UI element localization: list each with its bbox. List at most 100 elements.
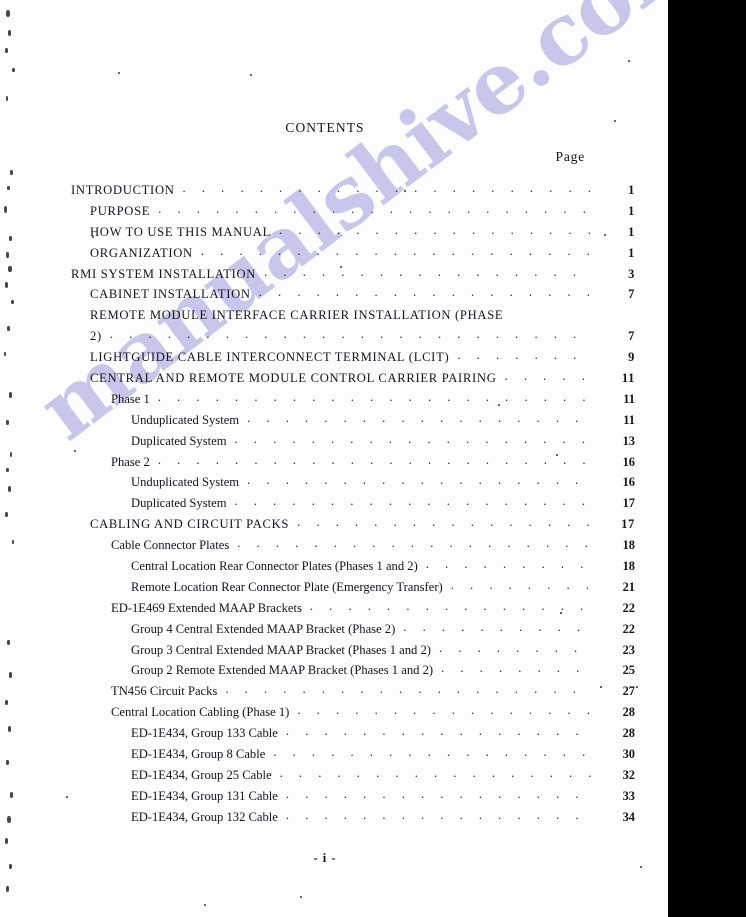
page-folio: - i - [313,851,337,865]
toc-entry-label: Duplicated System [131,433,227,448]
toc-entry[interactable]: Group 2 Remote Extended MAAP Bracket (Ph… [0,661,650,684]
toc-entry[interactable]: Phase 2 . . . . . . . . . . . . . . . . .… [0,453,650,476]
toc-entry[interactable]: Cable Connector Plates . . . . . . . . . … [0,536,650,559]
toc-entry-page-number: 7 [628,287,635,302]
toc-entry[interactable]: Unduplicated System . . . . . . . . . . .… [0,473,650,496]
toc-entry-page-number: 28 [622,726,635,741]
toc-entry-page-number: 22 [622,600,635,615]
toc-entry[interactable]: ED-1E434, Group 132 Cable . . . . . . . .… [0,807,650,831]
toc-entry[interactable]: Central Location Cabling (Phase 1) . . . … [0,703,650,726]
toc-entry-label: 2) [90,329,102,344]
toc-entry[interactable]: Duplicated System . . . . . . . . . . . .… [0,431,650,455]
toc-dot-leader: . . . . . . . . . . . . . . . . . . . . … [285,807,591,822]
toc-entry[interactable]: Remote Location Rear Connector Plate (Em… [0,577,650,601]
toc-entry[interactable]: PURPOSE . . . . . . . . . . . . . . . . .… [0,201,650,225]
toc-entry-page-number: 23 [622,642,635,657]
toc-entry-label: TN456 Circuit Packs [111,684,218,699]
toc-entry-page-number: 11 [623,412,635,427]
toc-entry[interactable]: Duplicated System . . . . . . . . . . . .… [0,494,650,517]
toc-entry[interactable]: ED-1E469 Extended MAAP Brackets . . . . .… [0,598,650,622]
toc-entry[interactable]: CENTRAL AND REMOTE MODULE CONTROL CARRIE… [0,369,650,392]
toc-entry[interactable]: ED-1E434, Group 131 Cable . . . . . . . .… [0,786,650,810]
toc-dot-leader: . . . . . . . . . . . . . . . . . . . . … [438,640,591,655]
toc-entry-label: Group 4 Central Extended MAAP Bracket (P… [131,621,396,636]
toc-dot-leader: . . . . . . . . . . . . . . . . . . . . … [225,682,591,697]
toc-entry-label: Group 3 Central Extended MAAP Bracket (P… [131,642,431,657]
scan-edge-artifact [668,0,746,917]
toc-dot-leader: . . . . . . . . . . . . . . . . . . . . … [504,369,591,384]
toc-dot-leader: . . . . . . . . . . . . . . . . . . . . … [297,703,591,718]
toc-entry[interactable]: ED-1E434, Group 133 Cable . . . . . . . .… [0,724,650,747]
toc-entry-label: Cable Connector Plates [111,538,230,553]
toc-dot-leader: . . . . . . . . . . . . . . . . . . . . … [157,389,591,404]
toc-entry[interactable]: Phase 1 . . . . . . . . . . . . . . . . .… [0,389,650,413]
toc-entry-label: ED-1E434, Group 132 Cable [131,809,278,824]
toc-dot-leader: . . . . . . . . . . . . . . . . . . . . … [285,786,591,801]
toc-entry[interactable]: LIGHTGUIDE CABLE INTERCONNECT TERMINAL (… [0,348,650,371]
toc-entry-page-number: 21 [622,579,635,594]
toc-entry-label: ED-1E434, Group 131 Cable [131,788,278,803]
toc-entry[interactable]: REMOTE MODULE INTERFACE CARRIER INSTALLA… [0,308,650,329]
toc-entry-page-number: 25 [622,663,635,678]
toc-entry-label: REMOTE MODULE INTERFACE CARRIER INSTALLA… [90,308,504,323]
page-title: CONTENTS [285,120,365,135]
toc-entry-label: CABLING AND CIRCUIT PACKS [90,517,290,532]
toc-dot-leader: . . . . . . . . . . . . . . . . . . . . … [158,201,591,216]
toc-entry[interactable]: INTRODUCTION . . . . . . . . . . . . . . … [0,181,650,204]
toc-entry-label: Unduplicated System [131,475,240,490]
toc-entry[interactable]: RMI SYSTEM INSTALLATION . . . . . . . . .… [0,264,650,288]
toc-entry[interactable]: Central Location Rear Connector Plates (… [0,557,650,580]
toc-dot-leader: . . . . . . . . . . . . . . . . . . . . … [450,577,591,592]
toc-dot-leader: . . . . . . . . . . . . . . . . . . . . … [234,494,592,509]
page-column-header: Page [555,149,585,164]
toc-entry-page-number: 16 [622,475,635,490]
toc-entry[interactable]: ED-1E434, Group 8 Cable . . . . . . . . .… [0,745,650,768]
toc-entry[interactable]: Group 3 Central Extended MAAP Bracket (P… [0,640,650,664]
toc-entry-page-number: 17 [622,496,635,511]
toc-entry[interactable]: Group 4 Central Extended MAAP Bracket (P… [0,619,650,643]
toc-entry-label: Phase 1 [111,391,150,406]
toc-entry-page-number: 11 [621,371,635,386]
toc-entry-page-number: 18 [622,538,635,553]
toc-dot-leader: . . . . . . . . . . . . . . . . . . . . … [403,619,591,634]
toc-entry[interactable]: CABINET INSTALLATION . . . . . . . . . . … [0,285,650,308]
toc-dot-leader: . . . . . . . . . . . . . . . . . . . . … [285,724,591,739]
toc-dot-leader: . . . . . . . . . . . . . . . . . . . . … [234,431,592,446]
toc-entry-page-number: 9 [628,350,635,365]
toc-dot-leader: . . . . . . . . . . . . . . . . . . . . … [273,745,591,760]
toc-dot-leader: . . . . . . . . . . . . . . . . . . . . … [247,473,591,488]
toc-entry-page-number: 1 [628,245,635,260]
toc-dot-leader: . . . . . . . . . . . . . . . . . . . . … [264,264,591,279]
toc-entry-page-number: 30 [622,747,635,762]
toc-dot-leader: . . . . . . . . . . . . . . . . . . . . … [297,515,591,530]
toc-entry[interactable]: Unduplicated System . . . . . . . . . . .… [0,411,650,434]
toc-entry-page-number: 7 [628,329,635,344]
toc-entry[interactable]: ED-1E434, Group 25 Cable . . . . . . . . … [0,765,650,789]
toc-dot-leader: . . . . . . . . . . . . . . . . . . . . … [309,598,591,613]
toc-entry[interactable]: 2) . . . . . . . . . . . . . . . . . . . … [0,327,650,350]
toc-entry-page-number: 1 [628,183,635,197]
toc-dot-leader: . . . . . . . . . . . . . . . . . . . . … [279,765,591,780]
toc-entry[interactable]: HOW TO USE THIS MANUAL . . . . . . . . . … [0,223,650,246]
toc-entry-page-number: 33 [622,788,635,803]
toc-dot-leader: . . . . . . . . . . . . . . . . . . . . … [182,181,591,195]
toc-entry-label: LIGHTGUIDE CABLE INTERCONNECT TERMINAL (… [90,350,450,365]
toc-dot-leader: . . . . . . . . . . . . . . . . . . . . … [109,327,591,342]
toc-entry-page-number: 32 [622,767,635,782]
toc-entry-page-number: 1 [628,203,635,218]
toc-entry[interactable]: ORGANIZATION . . . . . . . . . . . . . . … [0,244,650,267]
toc-entry-label: Duplicated System [131,496,227,511]
document-page: manualshive.com CONTENTS Page INTRODUCTI… [0,0,746,917]
toc-entry[interactable]: CABLING AND CIRCUIT PACKS . . . . . . . .… [0,515,650,538]
toc-entry-label: CENTRAL AND REMOTE MODULE CONTROL CARRIE… [90,371,497,386]
table-of-contents: INTRODUCTION . . . . . . . . . . . . . . … [0,181,650,831]
toc-entry-label: Remote Location Rear Connector Plate (Em… [131,579,443,594]
toc-entry-page-number: 27 [622,684,635,699]
page-content: CONTENTS Page INTRODUCTION . . . . . . . … [0,0,746,917]
toc-entry-label: Phase 2 [111,454,150,469]
toc-entry-label: RMI SYSTEM INSTALLATION [71,266,257,281]
toc-entry-page-number: 18 [622,559,635,574]
toc-entry-label: INTRODUCTION [71,183,175,197]
toc-entry-label: ED-1E434, Group 25 Cable [131,767,272,782]
toc-entry[interactable]: TN456 Circuit Packs . . . . . . . . . . .… [0,682,650,705]
